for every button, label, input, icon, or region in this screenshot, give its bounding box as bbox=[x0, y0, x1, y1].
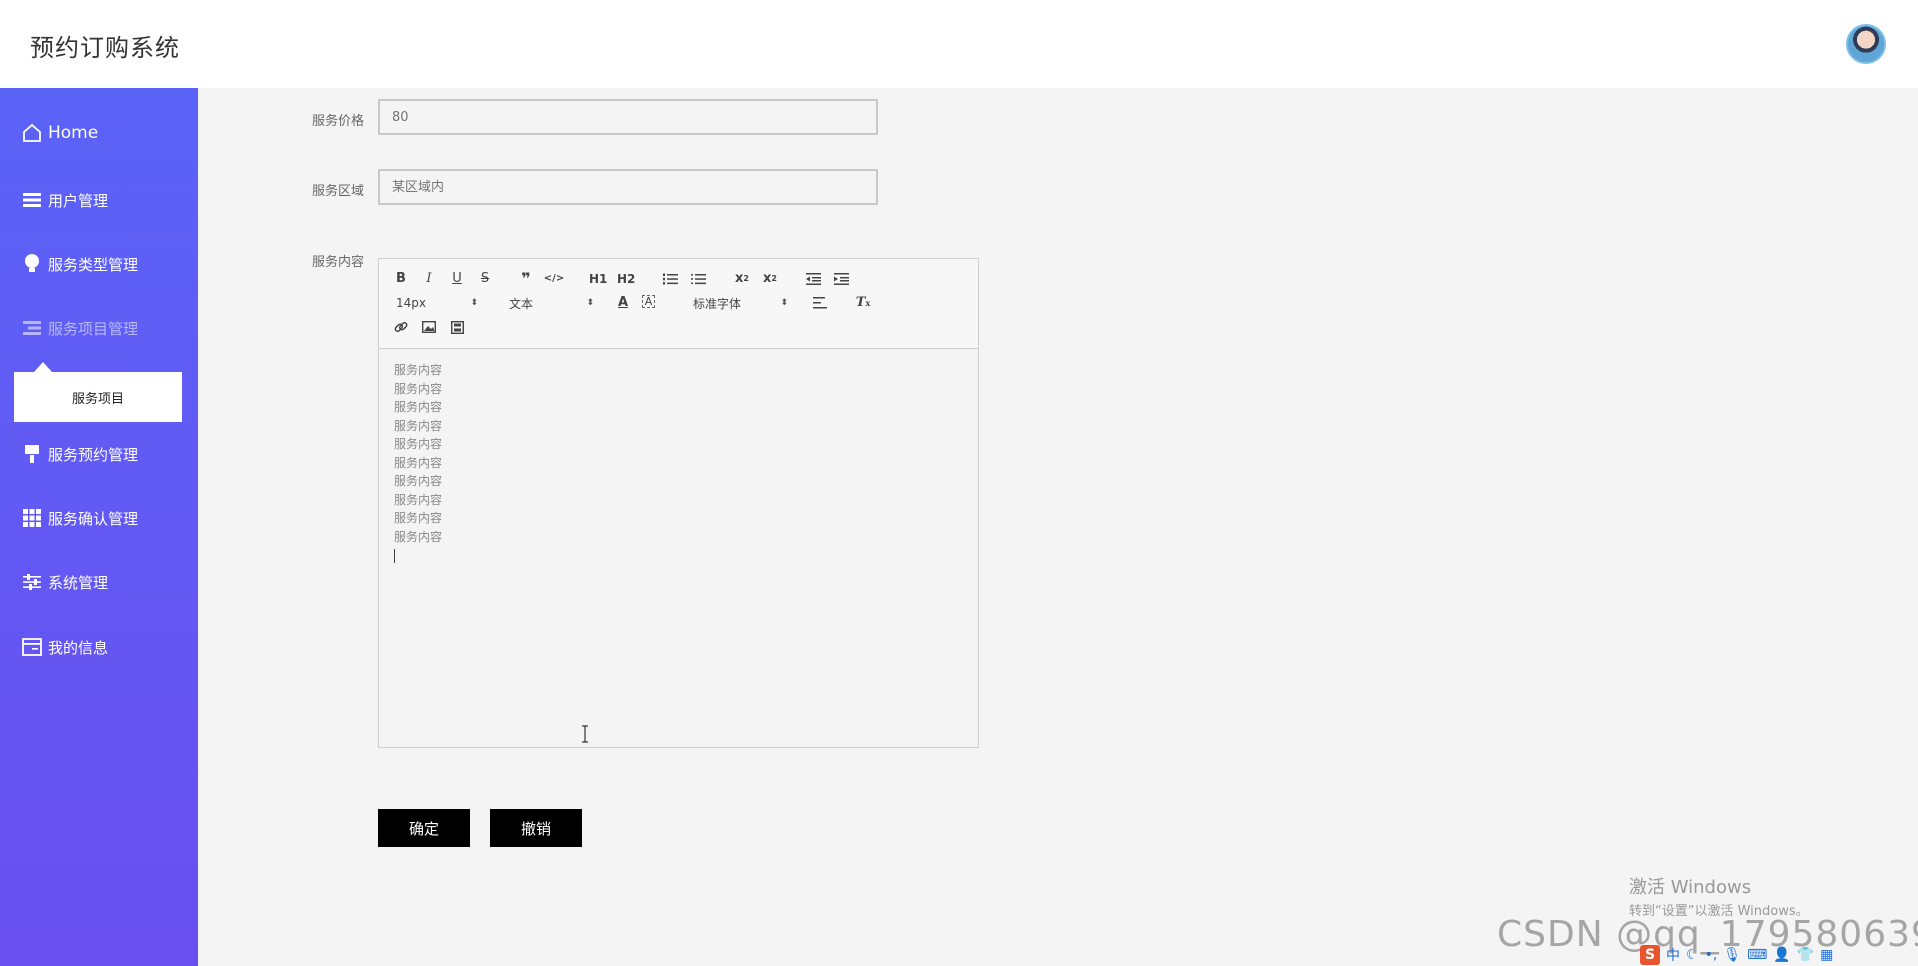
clear-format-icon[interactable]: Tx bbox=[854, 295, 872, 311]
sidebar-item-reservations[interactable]: 服务预约管理 bbox=[22, 441, 138, 467]
font-size-select[interactable]: 14px ⬍ bbox=[396, 295, 478, 311]
block-format-value: 文本 bbox=[509, 296, 534, 311]
card-icon bbox=[22, 637, 42, 657]
content-line: 服务内容 bbox=[394, 455, 443, 470]
underline-icon[interactable]: U bbox=[448, 271, 466, 287]
apps-icon[interactable]: ▦ bbox=[1820, 947, 1833, 963]
sidebar-item-label: 用户管理 bbox=[48, 191, 109, 210]
sidebar-item-service-items[interactable]: 服务项目管理 bbox=[22, 315, 138, 341]
sogou-logo-icon[interactable]: S bbox=[1640, 945, 1660, 965]
area-input[interactable] bbox=[378, 169, 878, 205]
editor-toolbar: B I U S ❞ </> H1 H2 x2 x2 14px ⬍ 文本 ⬍ A bbox=[379, 259, 978, 349]
text-caret bbox=[394, 549, 395, 563]
user-icon[interactable]: 👤 bbox=[1773, 947, 1790, 963]
rich-text-editor: B I U S ❞ </> H1 H2 x2 x2 14px ⬍ 文本 ⬍ A bbox=[378, 258, 979, 748]
ime-language-indicator[interactable]: 中 bbox=[1666, 945, 1680, 965]
video-icon[interactable] bbox=[448, 319, 466, 335]
microphone-icon[interactable]: 🎙 bbox=[1723, 947, 1741, 963]
sidebar-item-label: Home bbox=[48, 123, 99, 143]
grid-icon bbox=[22, 508, 42, 528]
content-line: 服务内容 bbox=[394, 437, 443, 451]
content-line: 服务内容 bbox=[394, 363, 443, 377]
sidebar-item-home[interactable]: Home bbox=[22, 120, 98, 146]
font-color-icon[interactable]: A bbox=[614, 295, 632, 311]
sidebar-item-service-types[interactable]: 服务类型管理 bbox=[22, 251, 138, 277]
content-line: 服务内容 bbox=[394, 492, 443, 507]
sidebar-item-label: 服务类型管理 bbox=[48, 255, 139, 274]
sidebar-item-my-info[interactable]: 我的信息 bbox=[22, 634, 108, 660]
align-icon[interactable] bbox=[811, 295, 829, 311]
subscript-icon[interactable]: x2 bbox=[733, 271, 751, 287]
ordered-list-icon[interactable] bbox=[661, 271, 679, 287]
brush-icon bbox=[22, 444, 42, 464]
select-arrows-icon: ⬍ bbox=[470, 298, 478, 308]
sidebar-item-label: 我的信息 bbox=[48, 638, 109, 657]
home-icon bbox=[22, 123, 42, 143]
heading2-icon[interactable]: H2 bbox=[617, 271, 635, 287]
block-format-select[interactable]: 文本 ⬍ bbox=[509, 295, 594, 311]
list-icon bbox=[22, 190, 42, 210]
top-header: 预约订购系统 bbox=[0, 0, 1918, 88]
app-title: 预约订购系统 bbox=[30, 34, 180, 62]
ime-toolbar: S 中 ☾ •, 🎙 ⌨ 👤 👕 ▦ bbox=[1640, 945, 1833, 965]
sidebar-item-label: 服务项目管理 bbox=[48, 319, 139, 338]
code-icon[interactable]: </> bbox=[544, 271, 564, 287]
sliders-icon bbox=[22, 572, 42, 592]
sidebar-item-label: 服务确认管理 bbox=[48, 509, 139, 528]
indent-icon[interactable] bbox=[832, 271, 850, 287]
cancel-button[interactable]: 撤销 bbox=[490, 809, 582, 847]
italic-icon[interactable]: I bbox=[420, 271, 438, 287]
price-input[interactable] bbox=[378, 99, 878, 135]
sidebar-item-users[interactable]: 用户管理 bbox=[22, 187, 108, 213]
strikethrough-icon[interactable]: S bbox=[476, 271, 494, 287]
editor-content[interactable]: 服务内容 服务内容 服务内容 服务内容 服务内容 服务内容 服务内容 服务内容 … bbox=[379, 349, 978, 747]
content-line: 服务内容 bbox=[394, 511, 443, 525]
select-arrows-icon: ⬍ bbox=[586, 298, 594, 308]
bold-icon[interactable]: B bbox=[392, 271, 410, 287]
link-icon[interactable] bbox=[392, 319, 410, 335]
heading1-icon[interactable]: H1 bbox=[589, 271, 607, 287]
menu-icon bbox=[22, 318, 42, 338]
outdent-icon[interactable] bbox=[804, 271, 822, 287]
font-size-value: 14px bbox=[396, 296, 426, 310]
sidebar-submenu: 服务项目 bbox=[14, 362, 182, 422]
price-label: 服务价格 bbox=[312, 114, 365, 129]
sidebar-item-label: 系统管理 bbox=[48, 573, 109, 592]
keyboard-icon[interactable]: ⌨ bbox=[1747, 947, 1767, 963]
content-line: 服务内容 bbox=[394, 474, 443, 488]
confirm-button[interactable]: 确定 bbox=[378, 809, 470, 847]
select-arrows-icon: ⬍ bbox=[780, 298, 788, 308]
font-family-select[interactable]: 标准字体 ⬍ bbox=[693, 295, 788, 311]
content-line: 服务内容 bbox=[394, 418, 443, 433]
shirt-icon[interactable]: 👕 bbox=[1797, 947, 1814, 963]
punctuation-icon[interactable]: •, bbox=[1705, 947, 1718, 963]
activate-windows-title: 激活 Windows bbox=[1629, 877, 1752, 898]
sidebar: Home 用户管理 服务类型管理 服务项目管理 服务项目 服务预约管理 服务确认… bbox=[0, 88, 198, 966]
image-icon[interactable] bbox=[420, 319, 438, 335]
moon-icon[interactable]: ☾ bbox=[1686, 947, 1699, 963]
avatar[interactable] bbox=[1846, 24, 1886, 64]
blockquote-icon[interactable]: ❞ bbox=[517, 271, 535, 287]
background-color-icon[interactable]: A bbox=[642, 295, 655, 308]
content-line: 服务内容 bbox=[394, 381, 443, 396]
bulb-icon bbox=[22, 254, 42, 274]
content-label: 服务内容 bbox=[312, 255, 365, 270]
content-line: 服务内容 bbox=[394, 529, 443, 544]
area-label: 服务区域 bbox=[312, 184, 365, 199]
ibeam-cursor-icon bbox=[582, 725, 588, 743]
superscript-icon[interactable]: x2 bbox=[761, 271, 779, 287]
font-family-value: 标准字体 bbox=[693, 296, 742, 311]
sidebar-item-confirmations[interactable]: 服务确认管理 bbox=[22, 505, 138, 531]
bullet-list-icon[interactable] bbox=[689, 271, 707, 287]
sidebar-subitem-service-item[interactable]: 服务项目 bbox=[14, 372, 182, 422]
sidebar-item-label: 服务预约管理 bbox=[48, 445, 139, 464]
sidebar-item-system[interactable]: 系统管理 bbox=[22, 569, 108, 595]
content-line: 服务内容 bbox=[394, 400, 443, 414]
